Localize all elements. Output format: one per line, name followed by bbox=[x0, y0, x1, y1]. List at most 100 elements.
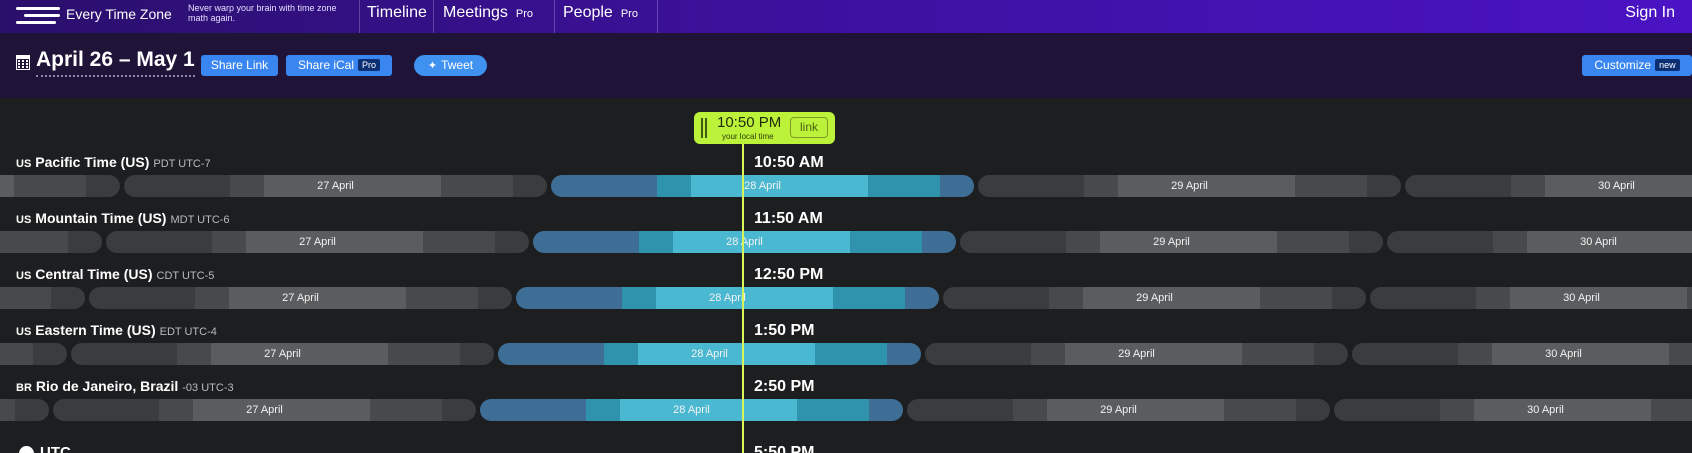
drag-handle-icon[interactable] bbox=[701, 118, 708, 138]
zone-name-label: Pacific Time (US) bbox=[35, 154, 150, 170]
share-link-button[interactable]: Share Link bbox=[201, 55, 278, 76]
share-ical-label: Share iCal bbox=[297, 58, 354, 72]
timeline: 10:50 PM your local time link US Pacific … bbox=[0, 98, 1692, 453]
day-bar[interactable]: 30 April bbox=[1405, 175, 1692, 197]
day-bar[interactable]: 29 April bbox=[907, 399, 1330, 421]
brand-name[interactable]: Every Time Zone bbox=[66, 6, 172, 22]
day-bar[interactable]: 27 April bbox=[124, 175, 547, 197]
day-bar[interactable]: 28 April bbox=[516, 287, 939, 309]
nav-divider bbox=[554, 0, 555, 33]
day-bar[interactable]: 28 April bbox=[480, 399, 903, 421]
zone-name[interactable]: US Eastern Time (US) EDT UTC-4 bbox=[16, 322, 217, 338]
zone-name-label: Rio de Janeiro, Brazil bbox=[35, 378, 179, 394]
day-label: 29 April bbox=[1171, 180, 1208, 192]
customize-label: Customize bbox=[1594, 58, 1652, 72]
day-label: 30 April bbox=[1527, 404, 1564, 416]
tweet-button[interactable]: ✦ Tweet bbox=[414, 55, 487, 76]
zone-current-time: 11:50 AM bbox=[754, 210, 823, 227]
country-code: US bbox=[16, 270, 32, 282]
zone-name-label: Central Time (US) bbox=[35, 266, 153, 282]
day-label: 30 April bbox=[1563, 292, 1600, 304]
zone-current-time: 10:50 AM bbox=[754, 154, 824, 171]
day-bar[interactable]: 30 April bbox=[1334, 399, 1692, 421]
day-bar[interactable]: 27 April bbox=[53, 399, 476, 421]
local-time-value: 10:50 PM bbox=[717, 114, 782, 131]
day-label: 28 April bbox=[673, 404, 710, 416]
zone-current-time: 2:50 PM bbox=[754, 378, 815, 395]
day-label: 29 April bbox=[1153, 236, 1190, 248]
zone-row: US Mountain Time (US) MDT UTC-6 11:50 AM 27 … bbox=[0, 210, 1692, 266]
nav-people-label: People bbox=[563, 4, 613, 21]
nav-meetings[interactable]: Meetings Pro bbox=[443, 4, 533, 22]
zone-offset: -03 UTC-3 bbox=[182, 382, 234, 394]
day-label: 30 April bbox=[1598, 180, 1635, 192]
zone-row: US Eastern Time (US) EDT UTC-4 1:50 PM 27 Ap… bbox=[0, 322, 1692, 378]
pro-badge: Pro bbox=[620, 8, 638, 20]
country-code: US bbox=[16, 326, 32, 338]
zone-row: BR Rio de Janeiro, Brazil -03 UTC-3 2:50 PM… bbox=[0, 378, 1692, 434]
day-label: 28 April bbox=[709, 292, 746, 304]
zone-offset: CDT UTC-5 bbox=[156, 270, 215, 282]
local-time-marker[interactable]: 10:50 PM your local time link bbox=[694, 112, 835, 144]
share-ical-button[interactable]: Share iCal Pro bbox=[286, 55, 392, 76]
day-bar[interactable]: 29 April bbox=[943, 287, 1366, 309]
day-bar[interactable]: 30 April bbox=[1387, 231, 1692, 253]
day-bar[interactable]: 29 April bbox=[960, 231, 1383, 253]
zone-row: US Pacific Time (US) PDT UTC-7 10:50 AM 27 A… bbox=[0, 154, 1692, 210]
nav-people[interactable]: People Pro bbox=[563, 4, 638, 22]
day-bar[interactable]: 30 April bbox=[1370, 287, 1692, 309]
day-label: 27 April bbox=[264, 348, 301, 360]
day-label: 29 April bbox=[1136, 292, 1173, 304]
country-code: US bbox=[16, 158, 32, 170]
nav-meetings-label: Meetings bbox=[443, 4, 508, 21]
day-bar[interactable] bbox=[0, 343, 67, 365]
logo-icon[interactable] bbox=[16, 5, 62, 27]
country-code: BR bbox=[16, 382, 32, 394]
nav-divider bbox=[433, 0, 434, 33]
day-label: 27 April bbox=[299, 236, 336, 248]
zone-current-time: 12:50 PM bbox=[754, 266, 824, 283]
day-bar[interactable] bbox=[0, 231, 102, 253]
zone-offset: PDT UTC-7 bbox=[153, 158, 211, 170]
day-bar[interactable]: 27 April bbox=[106, 231, 529, 253]
day-bar[interactable] bbox=[0, 175, 120, 197]
tweet-label: Tweet bbox=[441, 58, 474, 72]
calendar-icon bbox=[16, 55, 30, 70]
pro-badge: Pro bbox=[358, 59, 381, 71]
day-label: 28 April bbox=[691, 348, 728, 360]
day-bar[interactable] bbox=[0, 399, 49, 421]
date-range-title[interactable]: April 26 – May 1 bbox=[36, 48, 195, 77]
twitter-icon: ✦ bbox=[427, 60, 438, 72]
day-label: 30 April bbox=[1545, 348, 1582, 360]
new-badge: new bbox=[1655, 59, 1680, 71]
day-label: 29 April bbox=[1100, 404, 1137, 416]
day-bar[interactable]: 28 April bbox=[533, 231, 956, 253]
day-bar[interactable]: 28 April bbox=[498, 343, 921, 365]
day-bar[interactable]: 30 April bbox=[1352, 343, 1692, 365]
zone-name[interactable]: US Pacific Time (US) PDT UTC-7 bbox=[16, 154, 211, 170]
globe-icon bbox=[19, 446, 34, 453]
header-bar: April 26 – May 1 Share Link Share iCal Pr… bbox=[0, 33, 1692, 98]
nav-divider bbox=[359, 0, 360, 33]
day-bar[interactable]: 29 April bbox=[978, 175, 1401, 197]
zone-current-time: 5:50 PM bbox=[754, 444, 815, 453]
day-bar[interactable]: 27 April bbox=[89, 287, 512, 309]
pro-badge: Pro bbox=[515, 8, 534, 20]
zone-name[interactable]: US Central Time (US) CDT UTC-5 bbox=[16, 266, 214, 282]
customize-button[interactable]: Customize new bbox=[1582, 55, 1692, 76]
zone-current-time: 1:50 PM bbox=[754, 322, 815, 339]
nav-timeline[interactable]: Timeline bbox=[367, 4, 427, 22]
current-time-cursor[interactable] bbox=[742, 136, 744, 453]
tagline: Never warp your brain with time zone mat… bbox=[188, 3, 337, 23]
sign-in-link[interactable]: Sign In bbox=[1625, 4, 1675, 22]
day-bar[interactable]: 27 April bbox=[71, 343, 494, 365]
local-time-link-button[interactable]: link bbox=[790, 117, 828, 138]
day-bar[interactable]: 29 April bbox=[925, 343, 1348, 365]
zone-name[interactable]: UTC bbox=[40, 444, 71, 453]
zone-name[interactable]: US Mountain Time (US) MDT UTC-6 bbox=[16, 210, 230, 226]
zone-name-label: Eastern Time (US) bbox=[35, 322, 156, 338]
day-bar[interactable] bbox=[0, 287, 85, 309]
day-bar[interactable]: 28 April bbox=[551, 175, 974, 197]
zone-offset: MDT UTC-6 bbox=[170, 214, 230, 226]
zone-name[interactable]: BR Rio de Janeiro, Brazil -03 UTC-3 bbox=[16, 378, 234, 394]
